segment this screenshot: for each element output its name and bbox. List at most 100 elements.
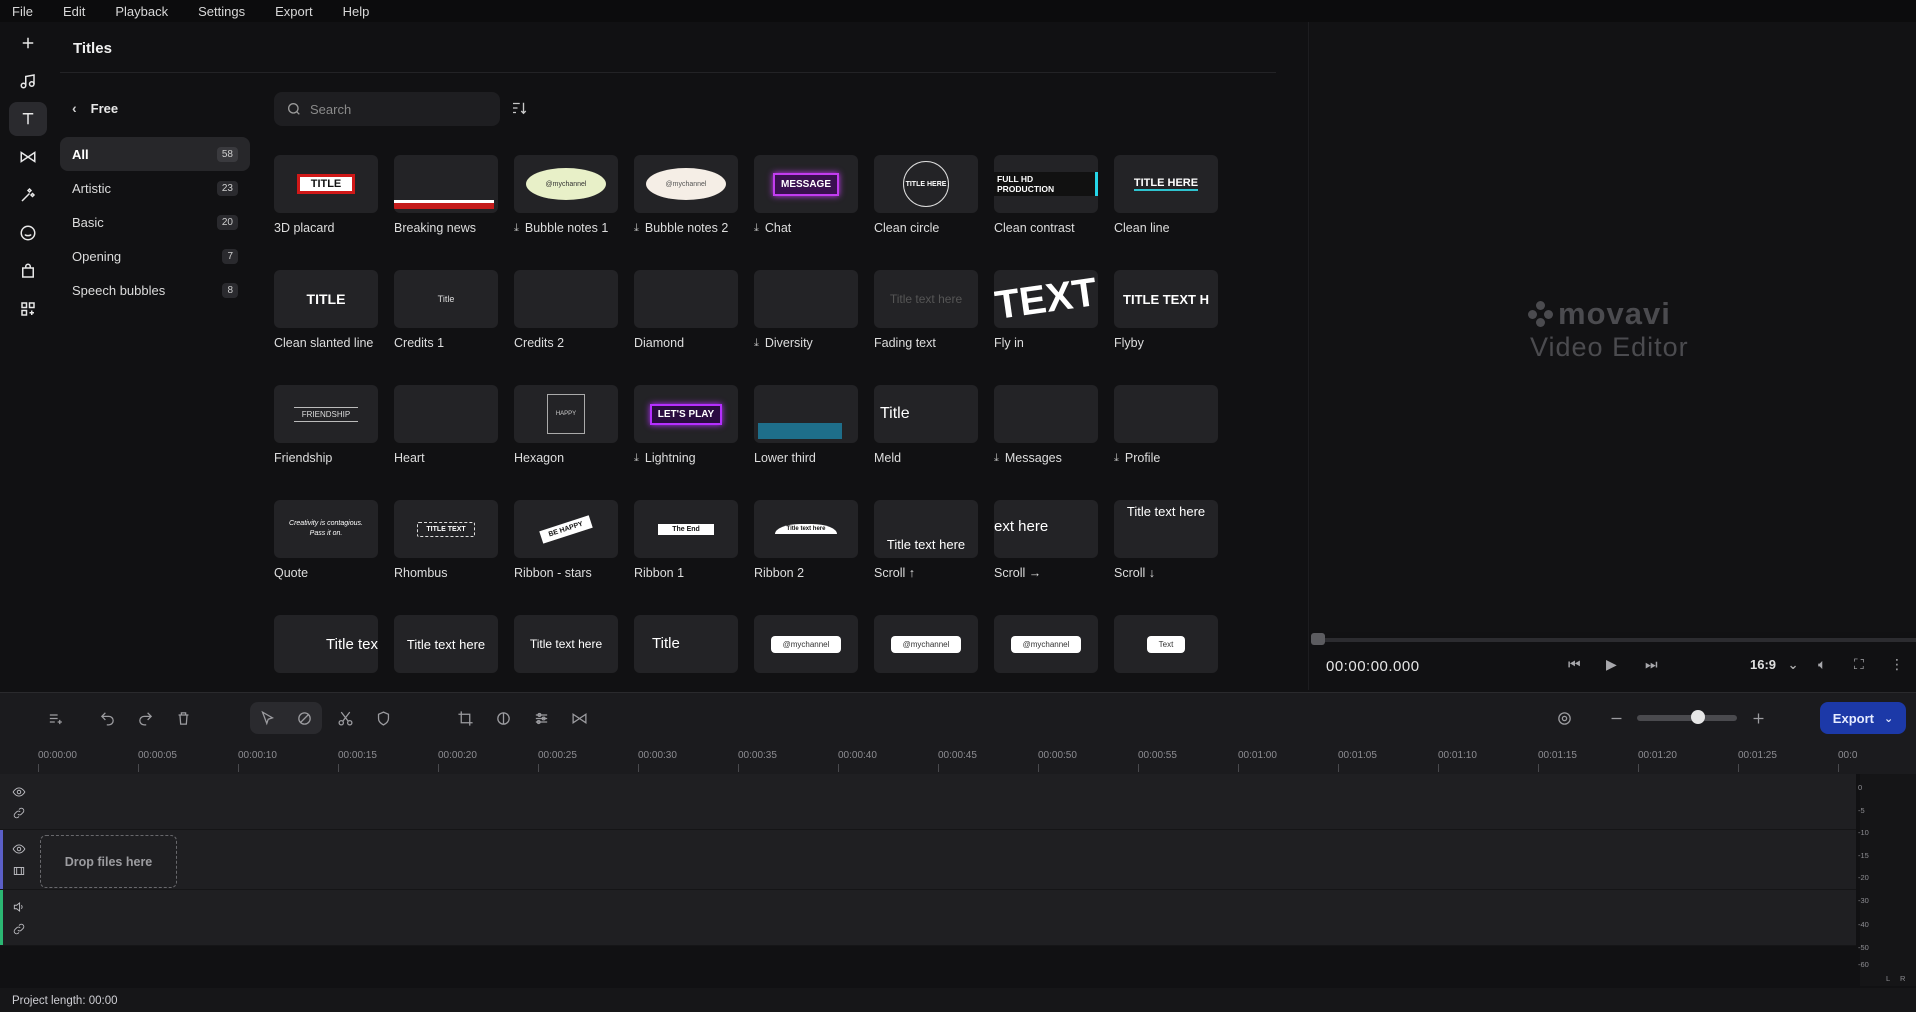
title-tile[interactable]: @mychannel (994, 615, 1098, 681)
speaker-icon[interactable] (12, 900, 26, 914)
title-tile[interactable]: Title (634, 615, 738, 681)
transitions-button[interactable] (9, 140, 47, 174)
title-tile[interactable]: ⤓ Profile (1114, 385, 1218, 465)
title-tile[interactable]: @mychannel (874, 615, 978, 681)
menu-file[interactable]: File (8, 2, 37, 21)
select-tool-button[interactable] (255, 707, 279, 729)
download-icon[interactable]: ⤓ (634, 452, 639, 465)
menu-edit[interactable]: Edit (59, 2, 89, 21)
redo-button[interactable] (133, 707, 157, 729)
title-thumbnail[interactable]: Title (394, 270, 498, 328)
title-thumbnail[interactable]: @mychannel (994, 615, 1098, 673)
title-tile[interactable]: MESSAGE ⤓ Chat (754, 155, 858, 235)
menu-playback[interactable]: Playback (111, 2, 172, 21)
download-icon[interactable]: ⤓ (1114, 452, 1119, 465)
title-tile[interactable]: @mychannel (754, 615, 858, 681)
title-tile[interactable]: Title text here Ribbon 2 (754, 500, 858, 580)
eye-icon[interactable] (12, 842, 26, 856)
title-tile[interactable]: TITLE 3D placard (274, 155, 378, 235)
blade-tool-button[interactable] (292, 707, 316, 729)
title-tile[interactable]: Title text here (514, 615, 618, 681)
menu-settings[interactable]: Settings (194, 2, 249, 21)
category-speech-bubbles[interactable]: Speech bubbles 8 (60, 273, 250, 307)
title-thumbnail[interactable] (1114, 385, 1218, 443)
title-tile[interactable]: ⤓ Diversity (754, 270, 858, 350)
import-button[interactable] (9, 26, 47, 60)
menu-export[interactable]: Export (271, 2, 317, 21)
store-button[interactable] (9, 254, 47, 288)
magnet-button[interactable] (1552, 707, 1576, 729)
more-options-icon[interactable]: ⋮ (1890, 656, 1904, 673)
title-thumbnail[interactable]: Title text here (1114, 500, 1218, 558)
title-thumbnail[interactable]: Title text here (754, 500, 858, 558)
title-tile[interactable]: Diamond (634, 270, 738, 350)
link-icon[interactable] (12, 922, 26, 936)
title-tile[interactable]: FULL HD PRODUCTION Clean contrast (994, 155, 1098, 235)
title-thumbnail[interactable]: TITLE TEXT H (1114, 270, 1218, 328)
title-thumbnail[interactable] (394, 155, 498, 213)
title-tile[interactable]: Title text here Scroll ↑ (874, 500, 978, 580)
category-all[interactable]: All 58 (60, 137, 250, 171)
title-tile[interactable]: @mychannel ⤓ Bubble notes 2 (634, 155, 738, 235)
delete-button[interactable] (171, 707, 195, 729)
title-thumbnail[interactable]: TITLE (274, 155, 378, 213)
title-thumbnail[interactable]: The End (634, 500, 738, 558)
title-thumbnail[interactable]: TITLE HERE (1114, 155, 1218, 213)
title-thumbnail[interactable] (754, 385, 858, 443)
title-thumbnail[interactable]: @mychannel (514, 155, 618, 213)
title-tile[interactable]: ⤓ Messages (994, 385, 1098, 465)
zoom-slider[interactable] (1637, 715, 1737, 721)
title-tile[interactable]: The End Ribbon 1 (634, 500, 738, 580)
search-input[interactable] (310, 101, 490, 117)
transition-button[interactable] (567, 707, 591, 729)
skip-back-icon[interactable]: ⏮ (1568, 656, 1581, 673)
title-thumbnail[interactable]: TITLE (274, 270, 378, 328)
zoom-in-button[interactable] (1746, 707, 1770, 729)
timeline-ruler[interactable]: 00:00:00 00:00:05 00:00:10 00:00:15 00:00:20… (0, 742, 1916, 774)
category-artistic[interactable]: Artistic 23 (60, 171, 250, 205)
color-adjust-button[interactable] (491, 707, 515, 729)
titles-button[interactable] (9, 102, 47, 136)
eye-icon[interactable] (12, 785, 26, 799)
title-thumbnail[interactable] (994, 385, 1098, 443)
more-tools-button[interactable] (9, 292, 47, 326)
title-thumbnail[interactable]: TITLE HERE (874, 155, 978, 213)
volume-icon[interactable]: 🔈︎ (1818, 656, 1826, 673)
title-thumbnail[interactable]: ext here (994, 500, 1098, 558)
download-icon[interactable]: ⤓ (634, 222, 639, 235)
export-button[interactable]: Export ⌄ (1820, 702, 1906, 734)
title-thumbnail[interactable]: FRIENDSHIP (274, 385, 378, 443)
title-tile[interactable]: TITLE Clean slanted line (274, 270, 378, 350)
title-tile[interactable]: TEXT Fly in (994, 270, 1098, 350)
zoom-out-button[interactable] (1604, 707, 1628, 729)
zoom-slider-handle[interactable] (1691, 710, 1705, 724)
title-tile[interactable]: Title text here Scroll ↓ (1114, 500, 1218, 580)
menu-help[interactable]: Help (339, 2, 374, 21)
download-icon[interactable]: ⤓ (754, 337, 759, 350)
title-thumbnail[interactable]: Creativity is contagious. Pass it on. (274, 500, 378, 558)
title-tile[interactable]: Breaking news (394, 155, 498, 235)
title-thumbnail[interactable]: HAPPY (514, 385, 618, 443)
back-button[interactable]: ‹ Free (72, 100, 118, 116)
add-track-button[interactable] (43, 707, 67, 729)
title-tile[interactable]: TITLE HERE Clean circle (874, 155, 978, 235)
scrubber-handle[interactable] (1311, 633, 1325, 645)
music-button[interactable] (9, 64, 47, 98)
title-thumbnail[interactable]: Title text here (514, 615, 618, 673)
title-tile[interactable]: Heart (394, 385, 498, 465)
title-tile[interactable]: Title text here Fading text (874, 270, 978, 350)
title-thumbnail[interactable] (394, 385, 498, 443)
title-tile[interactable]: Title Meld (874, 385, 978, 465)
title-thumbnail[interactable]: Title tex (274, 615, 378, 673)
title-thumbnail[interactable]: BE HAPPY (514, 500, 618, 558)
drop-zone[interactable]: Drop files here (40, 835, 177, 888)
title-tile[interactable]: Title Credits 1 (394, 270, 498, 350)
title-thumbnail[interactable]: TEXT (994, 270, 1098, 328)
title-tile[interactable]: BE HAPPY Ribbon - stars (514, 500, 618, 580)
playback-scrubber[interactable] (1318, 638, 1916, 642)
title-thumbnail[interactable]: MESSAGE (754, 155, 858, 213)
title-thumbnail[interactable]: Title (634, 615, 738, 673)
crop-button[interactable] (453, 707, 477, 729)
title-tile[interactable]: Title tex (274, 615, 378, 681)
play-icon[interactable]: ▶ (1606, 656, 1617, 673)
